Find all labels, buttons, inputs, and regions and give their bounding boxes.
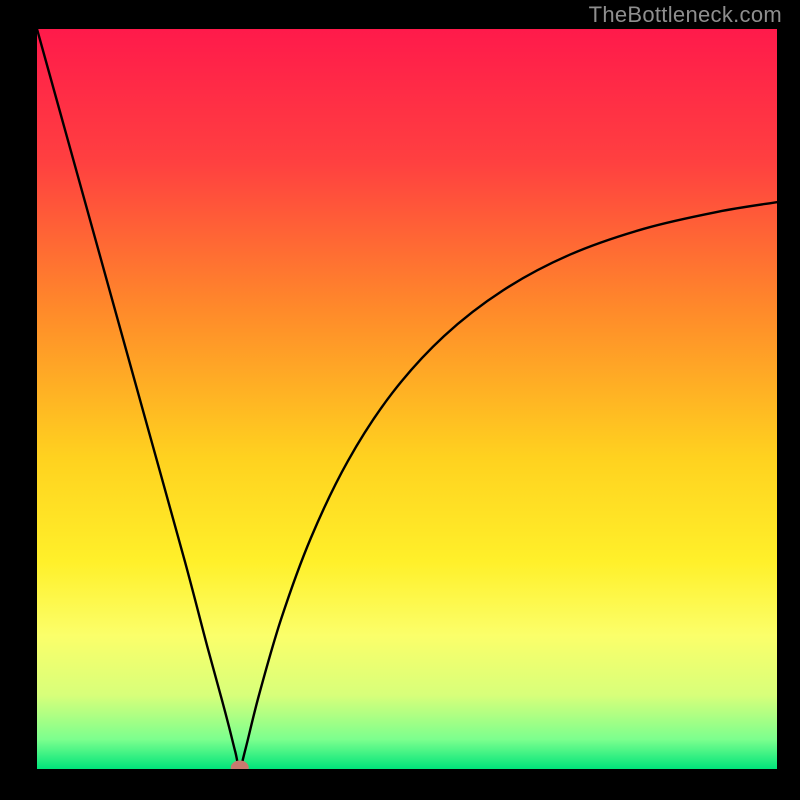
watermark-text: TheBottleneck.com [589, 2, 782, 28]
gradient-background [37, 29, 777, 769]
chart-canvas [37, 29, 777, 769]
plot-area [37, 29, 777, 769]
chart-frame: TheBottleneck.com [0, 0, 800, 800]
